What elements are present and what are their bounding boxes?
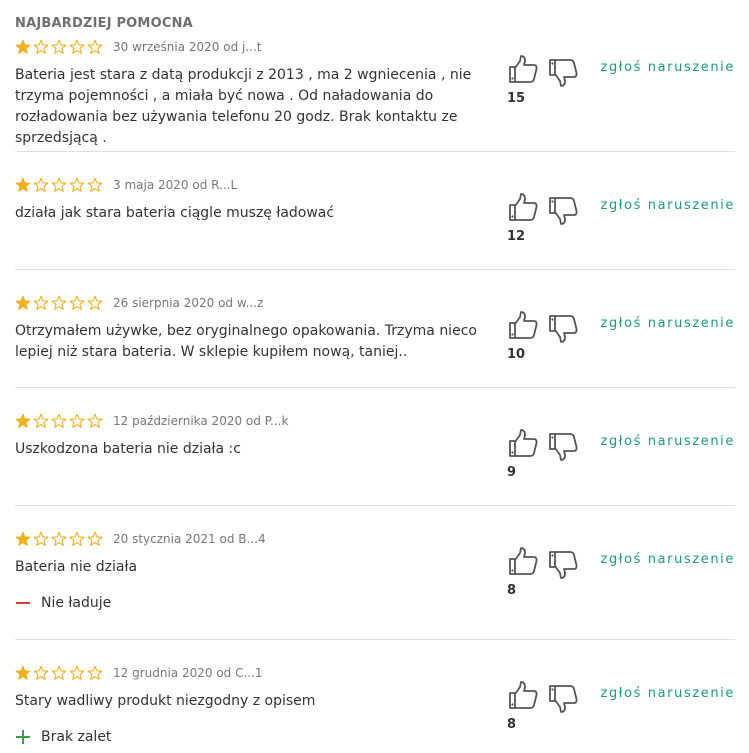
helpful-count: 8: [507, 583, 517, 598]
review-meta: 12 października 2020 od P...k: [15, 412, 288, 430]
star-rating: [15, 39, 103, 55]
review-text: działa jak stara bateria ciągle muszę ła…: [15, 205, 335, 221]
cons-text: Nie ładuje: [41, 595, 112, 611]
star-empty-icon: [87, 295, 103, 311]
thumbs-down-icon[interactable]: [547, 549, 579, 581]
star-rating: [15, 295, 103, 311]
review-date-author: 26 sierpnia 2020 od w...z: [113, 296, 264, 310]
helpful-count: 10: [507, 347, 526, 362]
thumbs-down-icon[interactable]: [547, 431, 579, 463]
star-filled-icon: [15, 295, 31, 311]
review-meta: 30 września 2020 od j...t: [15, 38, 261, 56]
helpful-count: 8: [507, 717, 517, 732]
star-empty-icon: [69, 531, 85, 547]
review-item: 12 października 2020 od P...k Uszkodzona…: [15, 412, 735, 506]
report-abuse-link[interactable]: zgłoś naruszenie: [601, 552, 735, 567]
review-item: 20 stycznia 2021 od B...4 Bateria nie dz…: [15, 530, 735, 640]
star-rating: [15, 413, 103, 429]
star-empty-icon: [51, 413, 67, 429]
review-text: Otrzymałem używke, bez oryginalnego opak…: [15, 323, 477, 360]
star-empty-icon: [51, 39, 67, 55]
review-date-author: 12 grudnia 2020 od C...1: [113, 666, 263, 680]
star-empty-icon: [33, 665, 49, 681]
section-title: NAJBARDZIEJ POMOCNA: [15, 16, 193, 31]
helpful-votes: 8: [507, 679, 579, 732]
star-rating: [15, 177, 103, 193]
review-text: Uszkodzona bateria nie działa :c: [15, 441, 241, 457]
plus-icon: [15, 729, 41, 745]
star-empty-icon: [87, 413, 103, 429]
star-empty-icon: [33, 295, 49, 311]
star-empty-icon: [87, 177, 103, 193]
review-meta: 12 grudnia 2020 od C...1: [15, 664, 263, 682]
report-abuse-link[interactable]: zgłoś naruszenie: [601, 316, 735, 331]
thumbs-up-icon[interactable]: [507, 679, 539, 711]
star-empty-icon: [69, 413, 85, 429]
star-empty-icon: [33, 177, 49, 193]
thumbs-up-icon[interactable]: [507, 191, 539, 223]
star-filled-icon: [15, 665, 31, 681]
star-empty-icon: [69, 177, 85, 193]
report-abuse-link[interactable]: zgłoś naruszenie: [601, 434, 735, 449]
review-item: 3 maja 2020 od R...L działa jak stara ba…: [15, 176, 735, 270]
review-item: 26 sierpnia 2020 od w...z Otrzymałem uży…: [15, 294, 735, 388]
pros-text: Brak zalet: [41, 729, 112, 745]
thumbs-down-icon[interactable]: [547, 57, 579, 89]
review-text: Bateria jest stara z datą produkcji z 20…: [15, 67, 472, 146]
star-filled-icon: [15, 531, 31, 547]
star-empty-icon: [87, 531, 103, 547]
star-empty-icon: [51, 295, 67, 311]
review-text: Bateria nie działa: [15, 559, 138, 575]
star-empty-icon: [69, 665, 85, 681]
star-filled-icon: [15, 39, 31, 55]
helpful-votes: 8: [507, 545, 579, 598]
helpful-count: 9: [507, 465, 517, 480]
thumbs-down-icon[interactable]: [547, 313, 579, 345]
thumbs-down-icon[interactable]: [547, 683, 579, 715]
report-abuse-link[interactable]: zgłoś naruszenie: [601, 686, 735, 701]
review-item: 12 grudnia 2020 od C...1 Stary wadliwy p…: [15, 664, 735, 753]
star-filled-icon: [15, 177, 31, 193]
helpful-votes: 12: [507, 191, 579, 244]
review-text: Stary wadliwy produkt niezgodny z opisem: [15, 693, 316, 709]
review-date-author: 3 maja 2020 od R...L: [113, 178, 238, 192]
star-empty-icon: [87, 665, 103, 681]
star-empty-icon: [33, 413, 49, 429]
review-meta: 26 sierpnia 2020 od w...z: [15, 294, 263, 312]
review-date-author: 30 września 2020 od j...t: [113, 40, 262, 54]
star-empty-icon: [87, 39, 103, 55]
thumbs-up-icon[interactable]: [507, 53, 539, 85]
review-pros: Brak zalet: [15, 727, 111, 747]
reviews-panel: NAJBARDZIEJ POMOCNA 30 września 2020 od …: [0, 0, 749, 753]
thumbs-up-icon[interactable]: [507, 545, 539, 577]
review-date-author: 12 października 2020 od P...k: [113, 414, 289, 428]
review-cons: Nie ładuje: [15, 593, 111, 613]
thumbs-down-icon[interactable]: [547, 195, 579, 227]
review-meta: 20 stycznia 2021 od B...4: [15, 530, 266, 548]
star-empty-icon: [69, 39, 85, 55]
thumbs-up-icon[interactable]: [507, 427, 539, 459]
star-empty-icon: [51, 665, 67, 681]
review-meta: 3 maja 2020 od R...L: [15, 176, 237, 194]
star-empty-icon: [69, 295, 85, 311]
star-filled-icon: [15, 413, 31, 429]
helpful-count: 15: [507, 91, 526, 106]
minus-icon: [15, 595, 41, 611]
star-rating: [15, 665, 103, 681]
helpful-count: 12: [507, 229, 526, 244]
report-abuse-link[interactable]: zgłoś naruszenie: [601, 198, 735, 213]
helpful-votes: 15: [507, 53, 579, 106]
thumbs-up-icon[interactable]: [507, 309, 539, 341]
review-item: 30 września 2020 od j...t Bateria jest s…: [15, 38, 735, 152]
star-empty-icon: [33, 531, 49, 547]
review-date-author: 20 stycznia 2021 od B...4: [113, 532, 266, 546]
star-empty-icon: [51, 177, 67, 193]
report-abuse-link[interactable]: zgłoś naruszenie: [601, 60, 735, 75]
star-empty-icon: [51, 531, 67, 547]
helpful-votes: 9: [507, 427, 579, 480]
star-empty-icon: [33, 39, 49, 55]
star-rating: [15, 531, 103, 547]
helpful-votes: 10: [507, 309, 579, 362]
